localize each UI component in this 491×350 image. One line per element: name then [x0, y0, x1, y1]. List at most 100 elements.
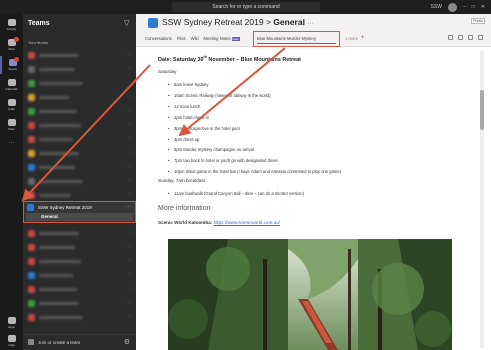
team-row[interactable]: ···	[28, 134, 132, 144]
team-row[interactable]: ···	[28, 190, 132, 200]
more-options-icon[interactable]: ···	[127, 286, 132, 292]
rail-item-teams[interactable]: Teams	[0, 56, 23, 74]
add-tab-icon[interactable]: +	[361, 34, 365, 43]
scenic-world-link[interactable]: https://www.scenicworld.com.au/	[214, 220, 280, 225]
refresh-icon[interactable]	[458, 35, 463, 40]
more-options-icon[interactable]: ···	[307, 21, 313, 27]
vertical-scrollbar[interactable]	[480, 50, 484, 348]
filter-icon[interactable]: ▽	[124, 20, 131, 27]
team-avatar	[28, 163, 35, 171]
close-icon[interactable]: ✕	[481, 4, 485, 10]
rail-label: Activity	[6, 27, 17, 31]
team-avatar	[27, 204, 34, 211]
rail-label: Teams	[8, 67, 17, 71]
team-row[interactable]: ···	[28, 106, 132, 116]
team-row[interactable]: ···	[28, 312, 132, 322]
ellipsis-icon[interactable]	[478, 35, 483, 40]
team-row[interactable]: ···	[28, 64, 132, 74]
panel-footer: Join or create a team ⚙	[23, 334, 136, 350]
rail-item-chat[interactable]: Chat	[0, 36, 23, 54]
team-row[interactable]: ···	[28, 148, 132, 158]
team-row[interactable]: ···	[28, 92, 132, 102]
more-options-icon[interactable]: ···	[127, 178, 132, 184]
more-icon: ···	[8, 140, 15, 146]
more-options-icon[interactable]: ···	[127, 272, 132, 278]
more-options-icon[interactable]: ···	[127, 164, 132, 170]
sunday-label: Sunday, 7am breakfast	[158, 178, 205, 183]
more-options-icon[interactable]: ···	[127, 136, 132, 142]
panel-title: Teams	[28, 20, 50, 27]
phone-icon	[7, 99, 16, 106]
team-avatar	[28, 93, 35, 101]
rail-item-help[interactable]: Help	[0, 332, 23, 350]
title-bar-right: SSW – □ ✕	[431, 2, 485, 12]
globe-icon[interactable]	[468, 35, 473, 40]
expand-icon[interactable]	[448, 35, 453, 40]
gear-icon[interactable]: ⚙	[124, 338, 130, 346]
team-row[interactable]: ···	[28, 78, 132, 88]
more-options-icon[interactable]: ···	[127, 52, 132, 58]
more-tabs-button[interactable]: 1 more	[345, 34, 358, 43]
rail-item-calendar[interactable]: Calendar	[0, 76, 23, 94]
search-input[interactable]: Search for or type a command	[172, 2, 320, 12]
minimize-icon[interactable]: –	[463, 4, 466, 10]
more-options-icon[interactable]: ···	[127, 230, 132, 236]
join-create-team-button[interactable]: Join or create a team	[28, 339, 80, 345]
rail-item-files[interactable]: Files	[0, 116, 23, 134]
team-row[interactable]: ···	[28, 298, 132, 308]
tab-files[interactable]: Files	[177, 34, 186, 43]
selected-team[interactable]: SSW Sydney Retreat 2019 ··· General	[23, 201, 136, 223]
team-avatar	[28, 299, 35, 307]
rail-item-activity[interactable]: Activity	[0, 16, 23, 34]
team-row[interactable]: ···	[28, 120, 132, 130]
team-row[interactable]: ···	[28, 50, 132, 60]
maximize-icon[interactable]: □	[472, 4, 475, 10]
more-options-icon[interactable]: ···	[127, 122, 132, 128]
app-rail: Activity Chat Teams Calendar Calls Files…	[0, 14, 23, 350]
team-row[interactable]: ···	[28, 162, 132, 172]
your-teams-label: Your teams	[28, 40, 49, 45]
channel-name: General	[273, 17, 305, 27]
team-row[interactable]: ···	[28, 256, 132, 266]
scroll-thumb[interactable]	[480, 90, 484, 130]
list-item: 8am leave Sydney	[168, 80, 341, 91]
more-options-icon[interactable]: ···	[127, 94, 132, 100]
channel-general[interactable]: General	[26, 213, 133, 221]
rail-label: Calendar	[5, 87, 18, 91]
tab-wiki[interactable]: Wiki	[191, 34, 199, 43]
rainforest-image	[168, 239, 452, 350]
more-options-icon[interactable]: ···	[127, 300, 132, 306]
team-row[interactable]: ···	[28, 284, 132, 294]
rail-label: Calls	[8, 107, 15, 111]
tab-blue-mountains-murder-mystery[interactable]: Blue Mountains Murder Mystery	[253, 31, 340, 47]
more-options-icon[interactable]: ···	[127, 66, 132, 72]
tab-conversations[interactable]: Conversations	[145, 34, 172, 43]
team-row[interactable]: ···	[28, 270, 132, 280]
more-options-icon[interactable]: ···	[127, 244, 132, 250]
more-options-icon[interactable]: ···	[127, 80, 132, 86]
heading-text: November – Blue Mountains Retreat	[206, 56, 301, 63]
more-options-icon[interactable]: ···	[127, 258, 132, 264]
more-options-icon[interactable]: ···	[127, 192, 132, 198]
team-row[interactable]: ···	[28, 176, 132, 186]
rail-item-apps[interactable]: Apps	[0, 314, 23, 332]
rail-item-calls[interactable]: Calls	[0, 96, 23, 114]
more-options-icon[interactable]: ···	[127, 108, 132, 114]
team-row[interactable]: ···	[28, 228, 132, 238]
more-options-icon[interactable]: ···	[127, 314, 132, 320]
team-row[interactable]: ···	[28, 242, 132, 252]
people-add-icon	[28, 339, 34, 345]
tab-label: Meeting Notes	[203, 36, 231, 41]
more-options-icon[interactable]: ···	[126, 204, 131, 210]
rail-label: Apps	[8, 325, 15, 329]
channel-main: SSW Sydney Retreat 2019 > General ··· Pu…	[136, 14, 491, 350]
tab-meeting-notes[interactable]: Meeting Notes New	[204, 34, 240, 43]
tab-label: Blue Mountains Murder Mystery	[257, 34, 336, 44]
more-options-icon[interactable]: ···	[127, 150, 132, 156]
team-name	[39, 287, 77, 291]
avatar[interactable]	[447, 2, 457, 12]
notification-badge	[14, 37, 19, 42]
rail-item-more[interactable]: ···	[0, 134, 23, 152]
team-avatar	[28, 257, 35, 265]
team-avatar	[28, 271, 35, 279]
